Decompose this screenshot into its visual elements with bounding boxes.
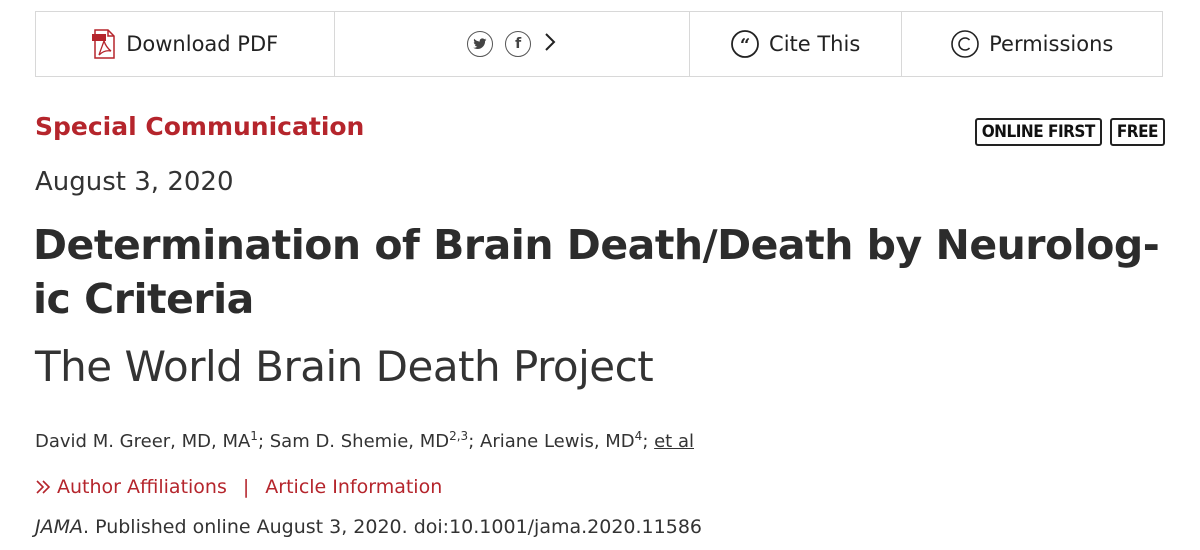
pdf-icon bbox=[92, 29, 116, 59]
citation-line: JAMA. Published online August 3, 2020. d… bbox=[35, 516, 702, 538]
permissions-label: Permissions bbox=[989, 32, 1114, 56]
citation-text: . Published online August 3, 2020. doi:1… bbox=[83, 516, 703, 538]
journal-name: JAMA bbox=[35, 516, 83, 538]
article-badges: ONLINE FIRST FREE bbox=[974, 118, 1165, 146]
chevron-right-icon[interactable] bbox=[543, 31, 557, 58]
author-affiliation-ref[interactable]: 2,3 bbox=[449, 429, 468, 443]
permissions-button[interactable]: Permissions bbox=[902, 12, 1162, 76]
article-subtitle: The World Brain Death Project bbox=[35, 342, 654, 391]
free-badge: FREE bbox=[1109, 118, 1165, 146]
svg-text:“: “ bbox=[740, 35, 750, 56]
double-chevron-right-icon bbox=[35, 479, 51, 495]
download-pdf-label: Download PDF bbox=[126, 32, 279, 56]
author-affiliation-ref[interactable]: 4 bbox=[635, 429, 643, 443]
article-section-label[interactable]: Special Communication bbox=[35, 112, 364, 141]
online-first-badge: ONLINE FIRST bbox=[974, 118, 1102, 146]
et-al-link[interactable]: et al bbox=[654, 431, 694, 452]
article-title: Determination of Brain Death/Death by Ne… bbox=[33, 221, 1160, 323]
facebook-icon[interactable]: f bbox=[505, 31, 532, 57]
cite-this-button[interactable]: “ Cite This bbox=[690, 12, 903, 76]
quote-icon: “ bbox=[731, 30, 759, 58]
author-list: David M. Greer, MD, MA1; Sam D. Shemie, … bbox=[35, 429, 694, 452]
article-toolbar: Download PDF f “ Cite This Permissions bbox=[35, 11, 1163, 77]
article-info-links: Author Affiliations | Article Informatio… bbox=[35, 476, 442, 498]
cite-this-label: Cite This bbox=[769, 32, 861, 56]
link-separator: | bbox=[242, 476, 250, 498]
author-affiliation-ref[interactable]: 1 bbox=[250, 429, 258, 443]
author-name[interactable]: David M. Greer, MD, MA bbox=[35, 431, 250, 452]
author-name[interactable]: Ariane Lewis, MD bbox=[480, 431, 635, 452]
article-information-link[interactable]: Article Information bbox=[265, 476, 442, 498]
share-group: f bbox=[335, 12, 690, 76]
author-affiliations-link[interactable]: Author Affiliations bbox=[57, 476, 227, 498]
author-name[interactable]: Sam D. Shemie, MD bbox=[270, 431, 449, 452]
twitter-icon[interactable] bbox=[467, 31, 494, 57]
download-pdf-button[interactable]: Download PDF bbox=[36, 12, 336, 76]
publication-date: August 3, 2020 bbox=[35, 167, 234, 197]
copyright-icon bbox=[951, 30, 979, 58]
